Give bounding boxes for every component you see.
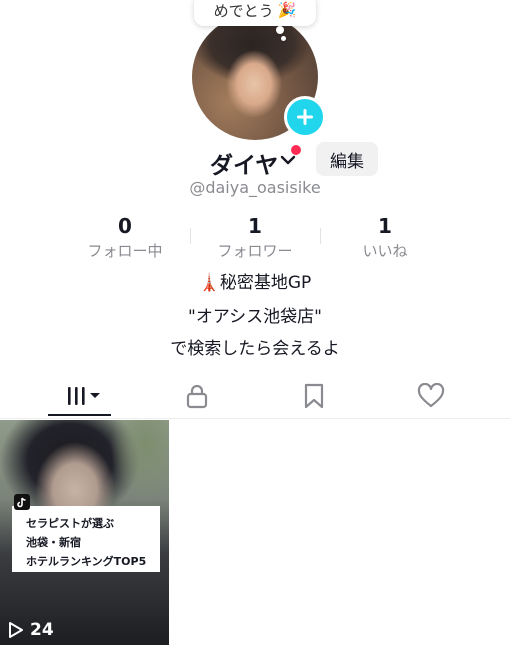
- tab-liked[interactable]: [367, 376, 494, 416]
- bubble-text: めでとう: [213, 1, 274, 20]
- stat-following-label: フォロー中: [87, 242, 163, 260]
- tab-videos[interactable]: [16, 376, 143, 416]
- bio-line-1: 🗼秘密基地GP: [0, 268, 510, 293]
- tabs-divider: [0, 418, 510, 419]
- bio-line-1-text: 秘密基地GP: [219, 273, 312, 293]
- tokyo-tower-icon: 🗼: [198, 273, 220, 293]
- chevron-down-icon[interactable]: [280, 154, 296, 166]
- grid-icon: [67, 387, 100, 405]
- bubble-dot: [281, 36, 286, 41]
- congrats-bubble[interactable]: めでとう 🎉: [194, 0, 316, 26]
- stat-followers-label: フォロワー: [217, 242, 293, 260]
- stat-followers[interactable]: 1 フォロワー: [200, 214, 310, 261]
- stat-following-count: 0: [118, 214, 132, 238]
- profile-name[interactable]: ダイヤ: [210, 146, 278, 180]
- active-tab-indicator: [48, 414, 111, 416]
- stat-following[interactable]: 0 フォロー中: [70, 214, 180, 261]
- bookmark-icon: [304, 383, 323, 409]
- stat-likes-count: 1: [378, 214, 392, 238]
- bio-line-2: "オアシス池袋店": [188, 307, 322, 327]
- caption-line: 池袋・新宿: [26, 536, 81, 549]
- caption-line: セラピストが選ぶ: [26, 517, 114, 530]
- tiktok-logo-icon: [14, 494, 30, 510]
- lock-icon: [186, 384, 207, 409]
- party-popper-icon: 🎉: [277, 1, 297, 19]
- stat-divider: [190, 228, 191, 244]
- heart-icon: [417, 383, 444, 408]
- caption-line: ホテルランキングTOP5: [26, 555, 147, 568]
- edit-profile-button[interactable]: 編集: [316, 142, 378, 176]
- play-icon: [9, 622, 23, 638]
- video-caption: セラピストが選ぶ 池袋・新宿 ホテルランキングTOP5: [12, 506, 160, 572]
- plant-background: [110, 420, 169, 500]
- plus-icon: [297, 109, 313, 125]
- username-handle: @daiya_oasisike: [189, 178, 321, 197]
- stat-likes[interactable]: 1 いいね: [330, 214, 440, 261]
- bubble-tail: [276, 26, 284, 34]
- bio-line-3: で検索したら会えるよ: [170, 339, 340, 359]
- notification-dot: [291, 145, 301, 155]
- play-count: 24: [8, 620, 54, 640]
- stat-divider: [320, 228, 321, 244]
- add-avatar-button[interactable]: [284, 96, 326, 138]
- play-count-value: 24: [30, 620, 54, 640]
- stat-followers-count: 1: [248, 214, 262, 238]
- stat-likes-label: いいね: [362, 242, 408, 260]
- tab-favorites[interactable]: [250, 376, 377, 416]
- tab-private[interactable]: [133, 376, 260, 416]
